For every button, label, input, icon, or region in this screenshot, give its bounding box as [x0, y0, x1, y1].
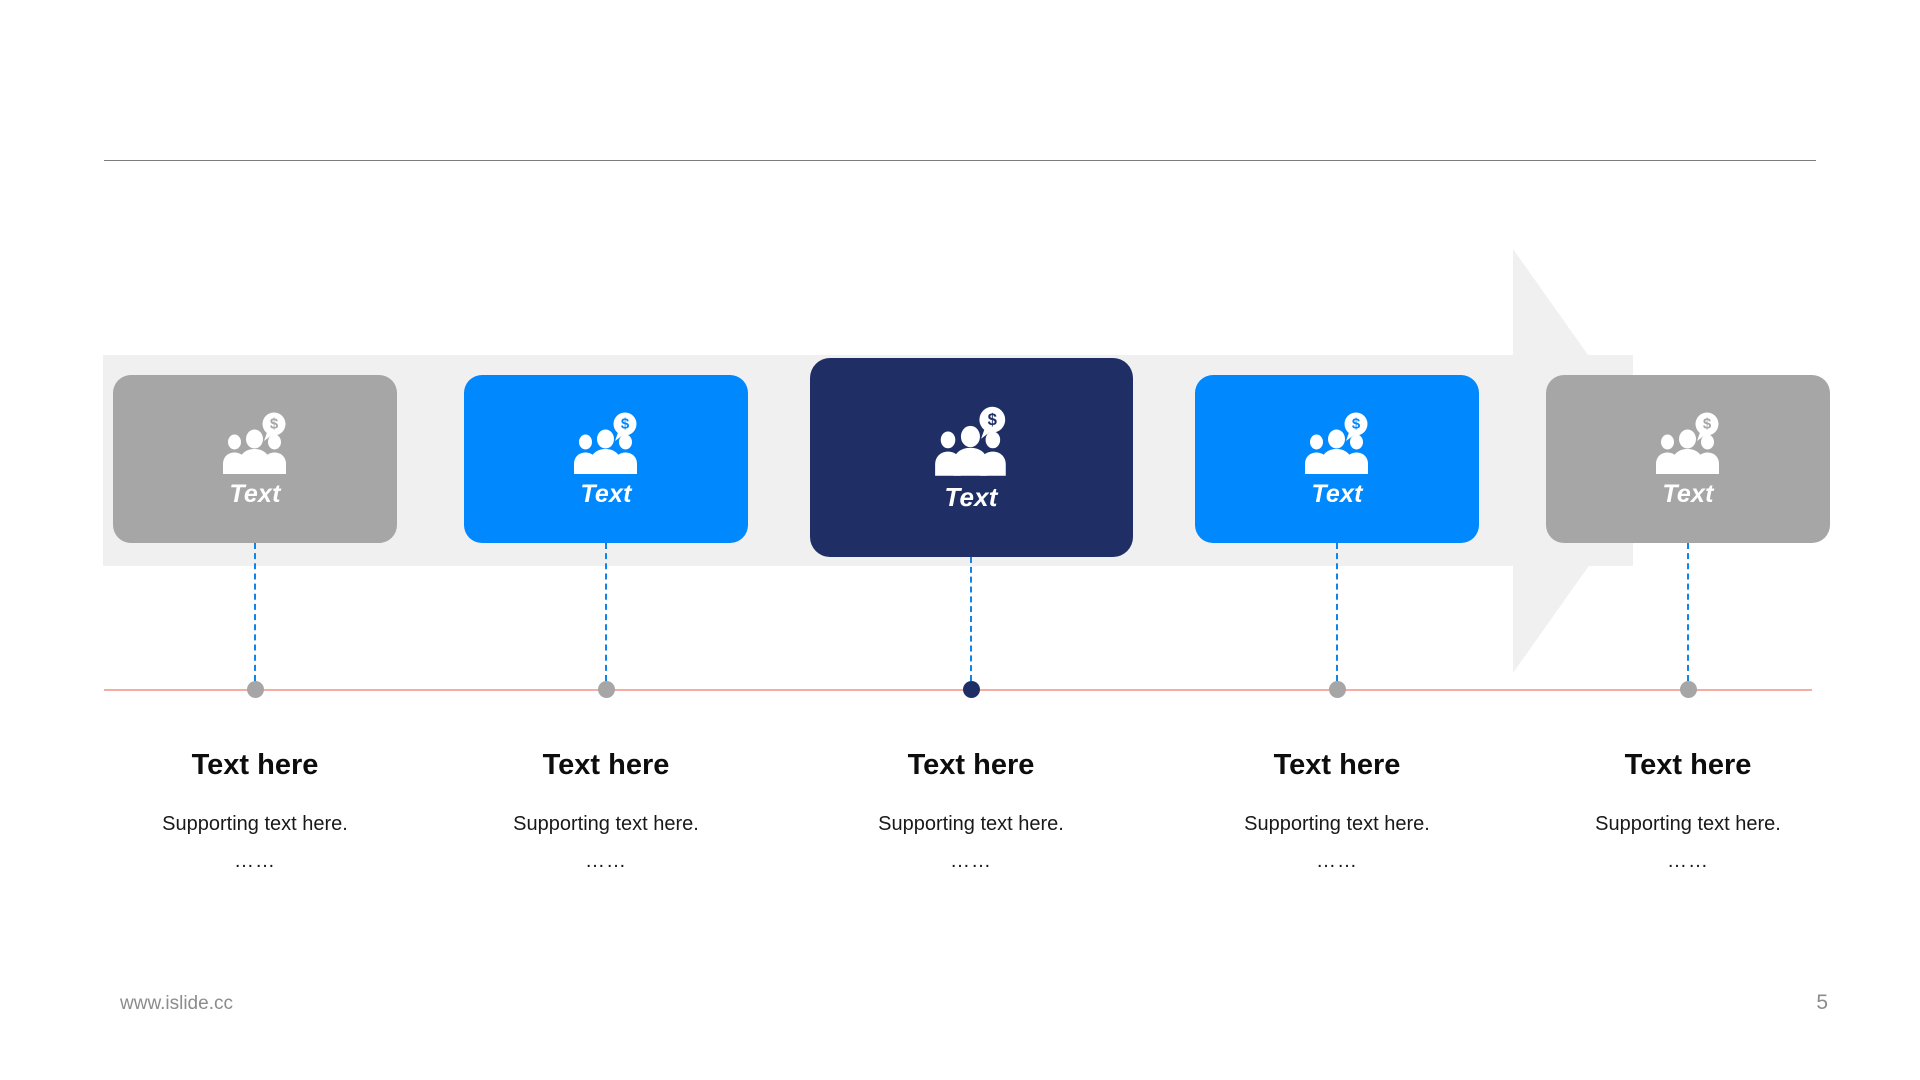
caption-ellipsis: ……: [234, 849, 276, 872]
step-card-5[interactable]: $ Text: [1546, 375, 1830, 543]
caption-body: Supporting text here.: [1595, 812, 1781, 835]
caption-title: Text here: [1624, 749, 1752, 781]
step-card-label: Text: [229, 479, 281, 508]
step-card-label: Text: [580, 479, 632, 508]
svg-text:$: $: [988, 410, 998, 429]
timeline-dot-2[interactable]: [597, 681, 615, 698]
caption-ellipsis: ……: [1667, 849, 1709, 872]
people-money-icon: $: [1656, 412, 1719, 474]
caption-ellipsis: ……: [950, 849, 992, 872]
caption-title: Text here: [907, 749, 1035, 781]
caption-body: Supporting text here.: [878, 812, 1064, 835]
step-connector-5: [1687, 543, 1689, 681]
step-card-label: Text: [1662, 479, 1714, 508]
step-connector-2: [605, 543, 607, 681]
header-divider: [104, 160, 1816, 161]
timeline-axis: [104, 689, 1812, 691]
caption-title: Text here: [542, 749, 670, 781]
people-money-icon: $: [935, 406, 1006, 476]
svg-text:$: $: [1352, 415, 1361, 432]
step-caption-2: Text here Supporting text here. ……: [446, 749, 766, 873]
page-number: 5: [1816, 991, 1828, 1014]
step-caption-5: Text here Supporting text here. ……: [1528, 749, 1848, 873]
svg-text:$: $: [270, 415, 279, 432]
step-card-1[interactable]: $ Text: [113, 375, 397, 543]
timeline-dot-1[interactable]: [246, 681, 264, 698]
step-caption-1: Text here Supporting text here. ……: [95, 749, 415, 873]
svg-text:$: $: [621, 415, 630, 432]
svg-text:$: $: [1703, 415, 1712, 432]
step-connector-4: [1336, 543, 1338, 681]
step-caption-3: Text here Supporting text here. ……: [811, 749, 1131, 873]
step-card-label: Text: [944, 481, 998, 512]
step-card-2[interactable]: $ Text: [464, 375, 748, 543]
slide-canvas: $ Text $ Text $ Text $ Text $ Text Text here Suppo…: [0, 0, 1920, 1080]
timeline-dot-4[interactable]: [1328, 681, 1346, 698]
people-money-icon: $: [574, 412, 637, 474]
people-money-icon: $: [1305, 412, 1368, 474]
step-caption-4: Text here Supporting text here. ……: [1177, 749, 1497, 873]
caption-body: Supporting text here.: [1244, 812, 1430, 835]
caption-title: Text here: [1273, 749, 1401, 781]
step-connector-3: [970, 557, 972, 681]
step-card-3[interactable]: $ Text: [809, 358, 1133, 557]
people-money-icon: $: [223, 412, 286, 474]
step-card-4[interactable]: $ Text: [1195, 375, 1479, 543]
caption-title: Text here: [191, 749, 319, 781]
step-card-label: Text: [1311, 479, 1363, 508]
caption-body: Supporting text here.: [162, 812, 348, 835]
timeline-dot-3[interactable]: [962, 681, 980, 698]
caption-ellipsis: ……: [585, 849, 627, 872]
timeline-dot-5[interactable]: [1679, 681, 1697, 698]
step-connector-1: [254, 543, 256, 681]
caption-body: Supporting text here.: [513, 812, 699, 835]
caption-ellipsis: ……: [1316, 849, 1358, 872]
footer-url[interactable]: www.islide.cc: [120, 993, 233, 1015]
